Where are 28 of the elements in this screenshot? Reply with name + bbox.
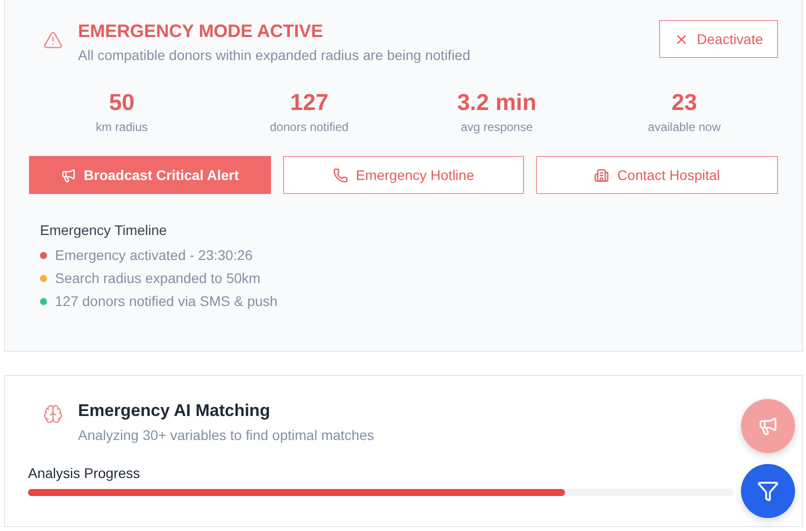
building-icon xyxy=(594,168,610,182)
progress-label: Analysis Progress xyxy=(28,465,142,481)
action-button[interactable]: Broadcast Critical Alert xyxy=(29,156,271,194)
matching-title: Emergency AI Matching xyxy=(78,400,272,422)
stat-label: donors notified xyxy=(270,120,349,134)
filter-icon xyxy=(757,480,779,502)
stat-value: 23 xyxy=(671,89,698,116)
stat-value: 50 xyxy=(108,89,135,116)
timeline-event: Emergency activated - 23:30:26 xyxy=(55,247,253,263)
matching-subtitle: Analyzing 30+ variables to find optimal matches xyxy=(78,427,376,443)
action-button[interactable]: Contact Hospital xyxy=(536,156,778,194)
stat-value: 3.2 min xyxy=(457,89,536,116)
action-button[interactable]: Emergency Hotline xyxy=(282,156,524,194)
stat-label: available now xyxy=(648,120,721,134)
timeline-event: 127 donors notified via SMS & push xyxy=(55,293,278,309)
emergency-subtitle: All compatible donors within expanded radius are being notified xyxy=(78,47,472,63)
megaphone-icon xyxy=(60,168,76,182)
stat-label: avg response xyxy=(460,120,533,134)
stat-label: km radius xyxy=(96,120,148,134)
phone-icon xyxy=(332,168,348,182)
deactivate-button[interactable]: Deactivate xyxy=(658,20,778,58)
timeline-event: Search radius expanded to 50km xyxy=(55,270,260,286)
emergency-title: EMERGENCY MODE ACTIVE xyxy=(78,20,324,42)
warning-icon xyxy=(43,30,63,50)
timeline-title: Emergency Timeline xyxy=(40,222,168,238)
brain-icon xyxy=(43,404,63,424)
megaphone-icon xyxy=(758,416,778,436)
stat-value: 127 xyxy=(290,89,328,116)
